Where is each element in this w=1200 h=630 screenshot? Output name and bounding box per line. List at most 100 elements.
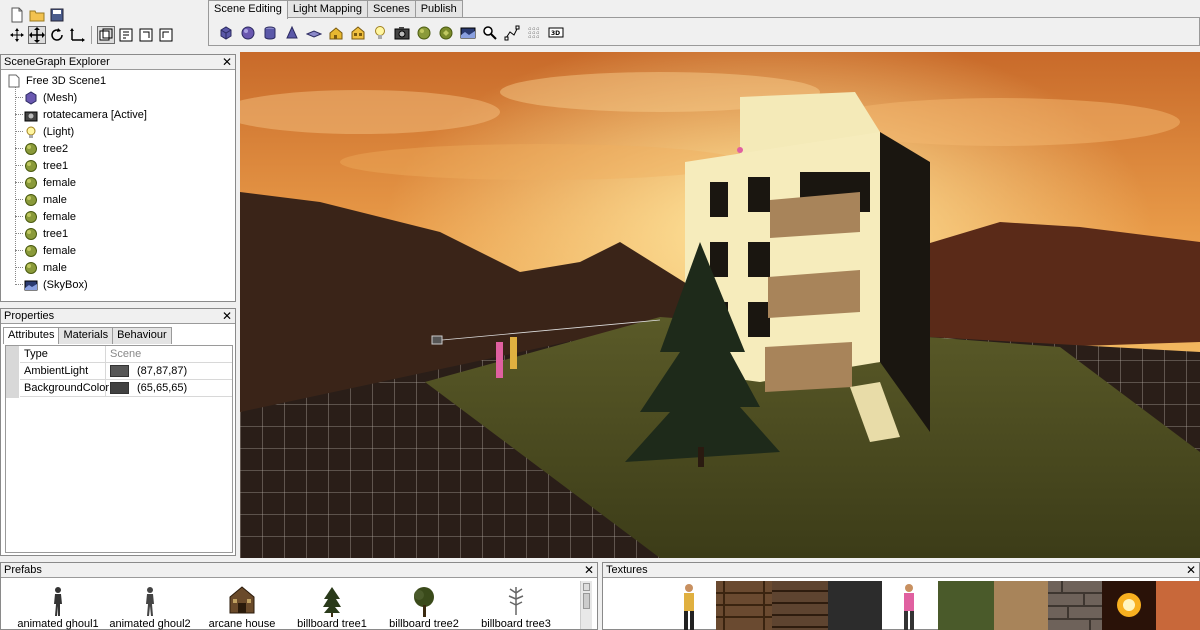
prefab-item[interactable]: billboard tree2 — [378, 584, 470, 630]
grid-icon[interactable] — [525, 24, 543, 42]
move-icon[interactable] — [28, 26, 46, 44]
prefab-thumbnail-icon — [196, 584, 288, 618]
tree-item[interactable]: tree1 — [24, 225, 68, 242]
tree-item[interactable]: female — [24, 242, 76, 259]
open-folder-icon[interactable] — [28, 6, 46, 24]
house-icon[interactable] — [327, 24, 345, 42]
property-row-ambientlight[interactable]: AmbientLight (87,87,87) — [20, 363, 232, 380]
tree-item-label: male — [43, 261, 67, 274]
texture-thumb-male[interactable] — [678, 581, 700, 630]
prefab-thumbnail-icon — [470, 584, 562, 618]
new-file-icon[interactable] — [8, 6, 26, 24]
close-icon[interactable]: ✕ — [222, 55, 232, 69]
property-grid: Type Scene AmbientLight (87,87,87) Backg… — [5, 345, 233, 553]
cylinder-icon[interactable] — [261, 24, 279, 42]
close-icon[interactable]: ✕ — [1186, 563, 1196, 577]
select-arrow-icon[interactable] — [8, 26, 26, 44]
close-icon[interactable]: ✕ — [584, 563, 594, 577]
prefab-thumbnail-icon — [104, 584, 196, 618]
property-key: AmbientLight — [20, 363, 106, 379]
tree-connector — [15, 216, 23, 217]
sphere-icon[interactable] — [239, 24, 257, 42]
tree-item-label: female — [43, 244, 77, 257]
cube-icon[interactable] — [217, 24, 235, 42]
texture-thumb-grass[interactable] — [938, 581, 994, 630]
tree-node-icon — [24, 244, 38, 258]
magnifier-icon[interactable] — [481, 24, 499, 42]
tree-item-root[interactable]: Free 3D Scene1 — [7, 72, 106, 89]
cone-icon[interactable] — [283, 24, 301, 42]
prefab-label: animated ghoul2 — [109, 618, 191, 630]
tab-publish[interactable]: Publish — [414, 0, 463, 18]
tab-light-mapping[interactable]: Light Mapping — [286, 0, 368, 18]
color-swatch[interactable] — [110, 365, 129, 377]
scroll-thumb[interactable] — [583, 593, 590, 609]
scrollbar[interactable] — [580, 581, 592, 629]
property-row-backgroundcolor[interactable]: BackgroundColor (65,65,65) — [20, 380, 232, 397]
skybox-icon[interactable] — [459, 24, 477, 42]
billboard-icon[interactable]: 3D — [547, 24, 565, 42]
texture-thumb-sandstone[interactable] — [994, 581, 1048, 630]
property-row-header: Type Scene — [20, 346, 232, 363]
tree-item[interactable]: (SkyBox) — [24, 276, 88, 293]
prefab-item[interactable]: arcane house — [196, 584, 288, 630]
tree-item-label: tree2 — [43, 142, 69, 155]
document-icon — [7, 74, 21, 88]
3d-viewport[interactable] — [240, 52, 1200, 558]
tab-attributes[interactable]: Attributes — [3, 327, 60, 344]
light-bulb-icon — [24, 125, 38, 139]
panel-title: SceneGraph Explorer — [1, 55, 235, 70]
texture-thumb-sky[interactable] — [1156, 581, 1200, 630]
tree-connector — [15, 182, 23, 183]
tree-item[interactable]: (Mesh) — [24, 89, 77, 106]
tree-item-label: tree1 — [43, 227, 69, 240]
color-swatch[interactable] — [110, 382, 129, 394]
texture-thumb-female[interactable] — [898, 581, 920, 630]
rotate-icon[interactable] — [48, 26, 66, 44]
tree-item[interactable]: female — [24, 174, 76, 191]
prefab-thumbnail-icon — [12, 584, 104, 618]
tree-connector — [15, 148, 23, 149]
view-3-icon[interactable] — [137, 26, 155, 44]
tab-behaviour[interactable]: Behaviour — [112, 327, 172, 344]
view-4-icon[interactable] — [157, 26, 175, 44]
svg-text:3D: 3D — [551, 30, 560, 37]
tree-item[interactable]: female — [24, 208, 76, 225]
close-icon[interactable]: ✕ — [222, 309, 232, 323]
prefab-item[interactable]: animated ghoul1 — [12, 584, 104, 630]
tree-item[interactable]: male — [24, 259, 67, 276]
scale-icon[interactable] — [68, 26, 86, 44]
tree-item[interactable]: tree1 — [24, 157, 68, 174]
prefab-item[interactable]: animated ghoul2 — [104, 584, 196, 630]
texture-thumb-sun[interactable] — [1102, 581, 1156, 630]
plane-icon[interactable] — [305, 24, 323, 42]
texture-thumb-wood2[interactable] — [772, 581, 828, 630]
texture-thumb-stone[interactable] — [1048, 581, 1102, 630]
tree-item[interactable]: male — [24, 191, 67, 208]
scroll-up-icon[interactable] — [583, 583, 590, 591]
view-2-icon[interactable] — [117, 26, 135, 44]
path-icon[interactable] — [503, 24, 521, 42]
tab-scene-editing[interactable]: Scene Editing — [208, 0, 288, 19]
tab-materials[interactable]: Materials — [58, 327, 114, 344]
tree-alt-icon[interactable] — [437, 24, 455, 42]
tree-item[interactable]: tree2 — [24, 140, 68, 157]
texture-thumb-wood1[interactable] — [716, 581, 772, 630]
tree-icon[interactable] — [415, 24, 433, 42]
prefab-item[interactable]: billboard tree1 — [286, 584, 378, 630]
tab-scenes[interactable]: Scenes — [367, 0, 416, 18]
texture-thumb-dark[interactable] — [828, 581, 882, 630]
tree-connector — [15, 114, 23, 115]
building-icon[interactable] — [349, 24, 367, 42]
tree-item[interactable]: rotatecamera [Active] — [24, 106, 147, 123]
panel-title: Prefabs — [1, 563, 597, 578]
property-value: Scene — [110, 348, 142, 360]
view-1-icon[interactable] — [97, 26, 115, 44]
save-icon[interactable] — [48, 6, 66, 24]
property-key: Type — [20, 346, 106, 362]
prefab-item[interactable]: billboard tree3 — [470, 584, 562, 630]
tree-item[interactable]: (Light) — [24, 123, 74, 140]
panel-title: Textures — [603, 563, 1199, 578]
camera-icon[interactable] — [393, 24, 411, 42]
light-bulb-icon[interactable] — [371, 24, 389, 42]
